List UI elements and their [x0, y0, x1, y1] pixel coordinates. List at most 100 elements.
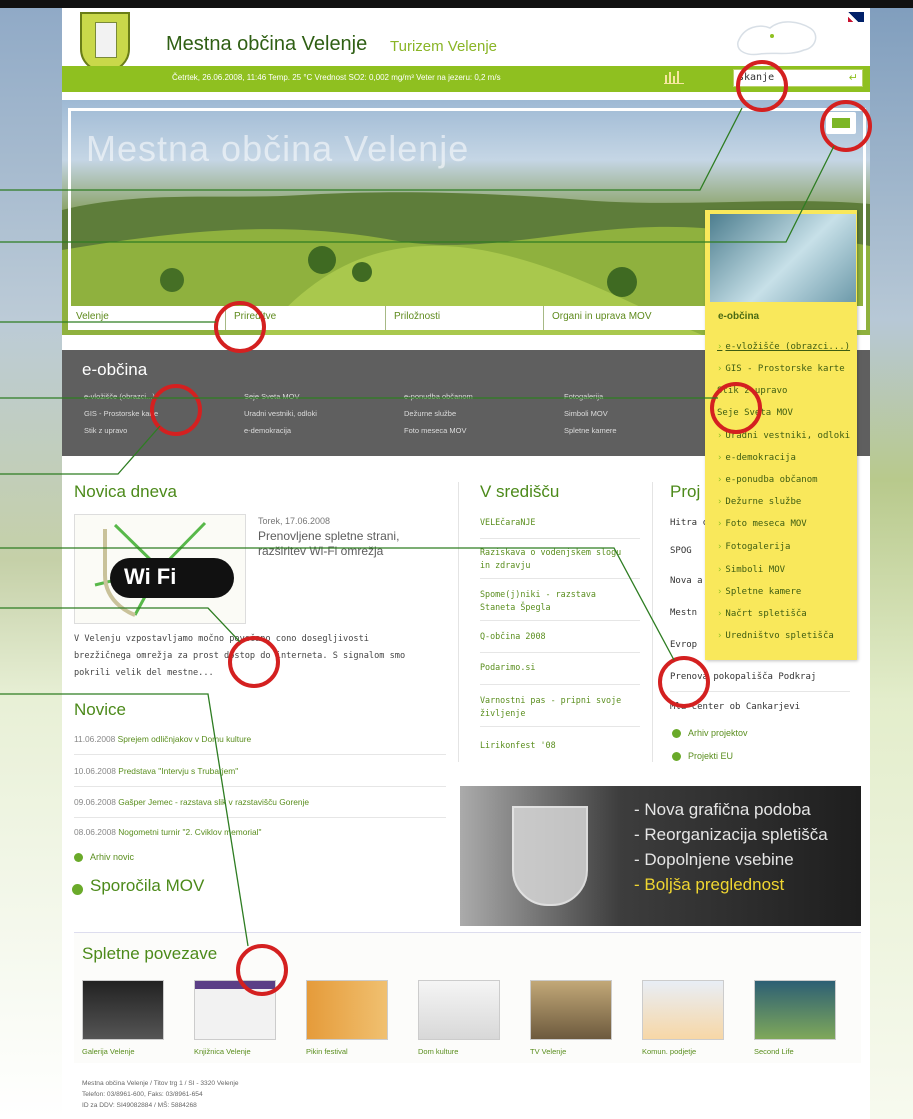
dropdown-item[interactable]: › Simboli MOV: [717, 565, 785, 575]
eobcina-link[interactable]: Seje Sveta MOV: [244, 392, 299, 401]
column-divider: [652, 482, 653, 762]
news-row[interactable]: 11.06.2008 Sprejem odličnjakov v Domu ku…: [74, 734, 251, 744]
link-label[interactable]: Knjižnica Velenje: [194, 1047, 251, 1056]
dropdown-item[interactable]: › e-vložišče (obrazci...): [717, 342, 850, 352]
dropdown-item[interactable]: › Foto meseca MOV: [717, 519, 807, 529]
dropdown-item-label: Seje Sveta MOV: [717, 408, 793, 418]
divider: [480, 726, 640, 727]
dropdown-item[interactable]: › Spletne kamere: [717, 587, 801, 597]
eobcina-link[interactable]: Simboli MOV: [564, 409, 608, 418]
dropdown-item-label: e-vložišče (obrazci...): [725, 342, 851, 352]
news-row-date: 11.06.2008: [74, 734, 116, 744]
tourism-link[interactable]: Turizem Velenje: [390, 38, 497, 55]
search-input[interactable]: skanje ↵: [733, 69, 863, 87]
news-row-title[interactable]: Gašper Jemec - razstava slik v razstaviš…: [118, 797, 309, 807]
photo-icon[interactable]: [826, 112, 856, 134]
divider: [480, 684, 640, 685]
link-label[interactable]: Dom kulture: [418, 1047, 458, 1056]
project-item[interactable]: Mestn: [670, 608, 697, 618]
project-item[interactable]: Prenova pokopališča Podkraj: [670, 672, 816, 682]
promo-line: - Boljša preglednost: [634, 875, 785, 894]
project-item[interactable]: Hitra c: [670, 518, 708, 528]
projects-eu-link[interactable]: Projekti EU: [688, 751, 733, 761]
tab-label: Prireditve: [234, 311, 277, 322]
dropdown-item[interactable]: › Dežurne službe: [717, 497, 801, 507]
link-thumbnail[interactable]: [306, 980, 388, 1040]
promo-line: - Dopolnjene vsebine: [634, 850, 794, 869]
eobcina-link[interactable]: e-ponudba občanom: [404, 392, 473, 401]
tab-prireditve[interactable]: Prireditve: [226, 306, 386, 330]
arrow-icon: [672, 752, 681, 761]
dropdown-item[interactable]: Stik z upravo: [717, 386, 787, 396]
news-row[interactable]: 10.06.2008 Predstava "Intervju s Trubarj…: [74, 766, 238, 776]
v-srediscu-item[interactable]: VELEčaraNJE: [480, 516, 630, 529]
dropdown-item-label: Dežurne službe: [725, 497, 802, 507]
hero-title: Mestna občina Velenje: [86, 128, 470, 169]
v-srediscu-item[interactable]: Lirikonfest '08: [480, 739, 630, 752]
dropdown-item[interactable]: › Fotogalerija: [717, 542, 790, 552]
project-item[interactable]: Mla center ob Cankarjevi: [670, 702, 800, 712]
eobcina-link[interactable]: e-vložišče (obrazci...): [84, 392, 155, 401]
link-label[interactable]: Pikin festival: [306, 1047, 348, 1056]
link-thumbnail[interactable]: [82, 980, 164, 1040]
eobcina-link[interactable]: Dežurne službe: [404, 409, 456, 418]
dropdown-item[interactable]: Seje Sveta MOV: [717, 408, 793, 418]
dropdown-item[interactable]: › e-demokracija: [717, 453, 796, 463]
tab-organi[interactable]: Organi in uprava MOV: [544, 306, 710, 330]
news-row[interactable]: 09.06.2008 Gašper Jemec - razstava slik …: [74, 797, 309, 807]
news-row-title[interactable]: Predstava "Intervju s Trubarjem": [118, 766, 238, 776]
dropdown-item[interactable]: › Načrt spletišča: [717, 609, 807, 619]
link-thumbnail[interactable]: [194, 980, 276, 1040]
eobcina-link[interactable]: Fotogalerija: [564, 392, 603, 401]
v-srediscu-item[interactable]: Raziskava o vodenjskem slogu in zdravju: [480, 546, 630, 572]
news-row-title[interactable]: Sprejem odličnjakov v Domu kulture: [118, 734, 252, 744]
news-headline[interactable]: Prenovljene spletne strani, razširitev W…: [258, 529, 428, 559]
eobcina-link[interactable]: Stik z upravo: [84, 426, 127, 435]
top-border: [0, 0, 913, 8]
link-label[interactable]: TV Velenje: [530, 1047, 566, 1056]
dropdown-item[interactable]: › Uredništvo spletišča: [717, 631, 834, 641]
link-thumbnail[interactable]: [754, 980, 836, 1040]
eobcina-link[interactable]: GIS - Prostorske karte: [84, 409, 158, 418]
news-archive-link[interactable]: Arhiv novic: [90, 852, 134, 862]
link-label[interactable]: Komun. podjetje: [642, 1047, 696, 1056]
dropdown-item-label: Simboli MOV: [725, 565, 786, 575]
v-srediscu-item[interactable]: Varnostni pas - pripni svoje življenje: [480, 694, 630, 720]
project-item[interactable]: Nova a: [670, 576, 703, 586]
eobcina-link[interactable]: Uradni vestniki, odloki: [244, 409, 317, 418]
footer-address: Mestna občina Velenje / Titov trg 1 / SI…: [82, 1080, 239, 1087]
promo-line: - Reorganizacija spletišča: [634, 825, 828, 844]
v-srediscu-item[interactable]: Q-občina 2008: [480, 630, 630, 643]
link-thumbnail[interactable]: [530, 980, 612, 1040]
projects-archive-link[interactable]: Arhiv projektov: [688, 728, 748, 738]
eobcina-link[interactable]: Spletne kamere: [564, 426, 617, 435]
enter-icon[interactable]: ↵: [849, 71, 858, 84]
news-row[interactable]: 08.06.2008 Nogometni turnir "2. Cviklov …: [74, 827, 262, 837]
bar-chart-icon[interactable]: [664, 70, 684, 84]
english-flag-icon[interactable]: [848, 12, 864, 22]
v-srediscu-item[interactable]: Spome(j)niki - razstava Staneta Špegla: [480, 588, 630, 614]
tab-priloznosti[interactable]: Priložnosti: [386, 306, 544, 330]
tab-e-obcina[interactable]: e-občina: [710, 306, 856, 330]
link-label[interactable]: Second Life: [754, 1047, 794, 1056]
tab-velenje[interactable]: Velenje: [68, 306, 226, 330]
eobcina-link[interactable]: e-demokracija: [244, 426, 291, 435]
projekti-heading: Proj: [670, 482, 701, 501]
slovenia-map-icon[interactable]: [730, 12, 825, 60]
dropdown-item[interactable]: › Uradni vestniki, odloki: [717, 431, 850, 441]
divider: [74, 786, 446, 787]
link-thumbnail[interactable]: [418, 980, 500, 1040]
project-item[interactable]: Evrop: [670, 640, 697, 650]
link-thumbnail[interactable]: [642, 980, 724, 1040]
site-title[interactable]: Mestna občina Velenje: [166, 33, 367, 56]
news-row-title[interactable]: Nogometni turnir "2. Cviklov memorial": [118, 827, 261, 837]
v-srediscu-item[interactable]: Podarimo.si: [480, 661, 630, 674]
coat-of-arms-logo[interactable]: [80, 12, 130, 72]
dropdown-item[interactable]: › e-ponudba občanom: [717, 475, 818, 485]
eobcina-link[interactable]: Foto meseca MOV: [404, 426, 467, 435]
link-label[interactable]: Galerija Velenje: [82, 1047, 135, 1056]
dropdown-item[interactable]: › GIS - Prostorske karte: [717, 364, 845, 374]
sporocila-link[interactable]: Sporočila MOV: [90, 876, 204, 896]
project-item[interactable]: SPOG: [670, 546, 692, 556]
background-right: [870, 0, 913, 1119]
